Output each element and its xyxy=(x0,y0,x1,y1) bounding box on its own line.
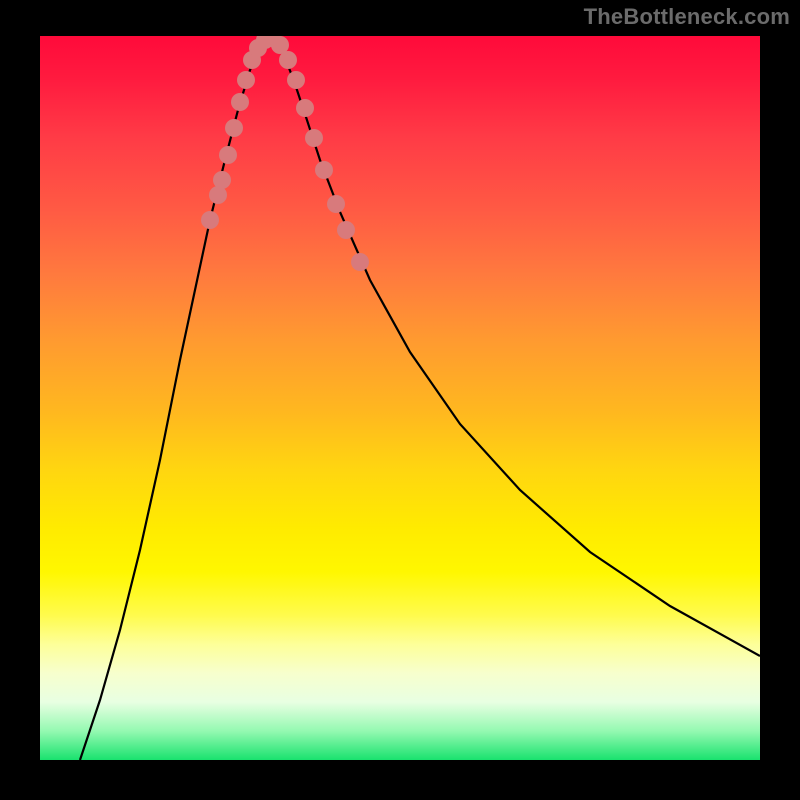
highlighted-points-group xyxy=(201,36,369,271)
highlight-dot xyxy=(287,71,305,89)
highlight-dot xyxy=(327,195,345,213)
highlight-dot xyxy=(213,171,231,189)
chart-stage: TheBottleneck.com xyxy=(0,0,800,800)
curve-layer xyxy=(40,36,760,760)
highlight-dot xyxy=(219,146,237,164)
highlight-dot xyxy=(231,93,249,111)
highlight-dot xyxy=(225,119,243,137)
watermark-label: TheBottleneck.com xyxy=(584,4,790,30)
highlight-dot xyxy=(305,129,323,147)
highlight-dot xyxy=(279,51,297,69)
bottleneck-curve xyxy=(80,38,760,760)
highlight-dot xyxy=(201,211,219,229)
highlight-dot xyxy=(351,253,369,271)
plot-area xyxy=(40,36,760,760)
highlight-dot xyxy=(337,221,355,239)
highlight-dot xyxy=(315,161,333,179)
highlight-dot xyxy=(237,71,255,89)
highlight-dot xyxy=(296,99,314,117)
